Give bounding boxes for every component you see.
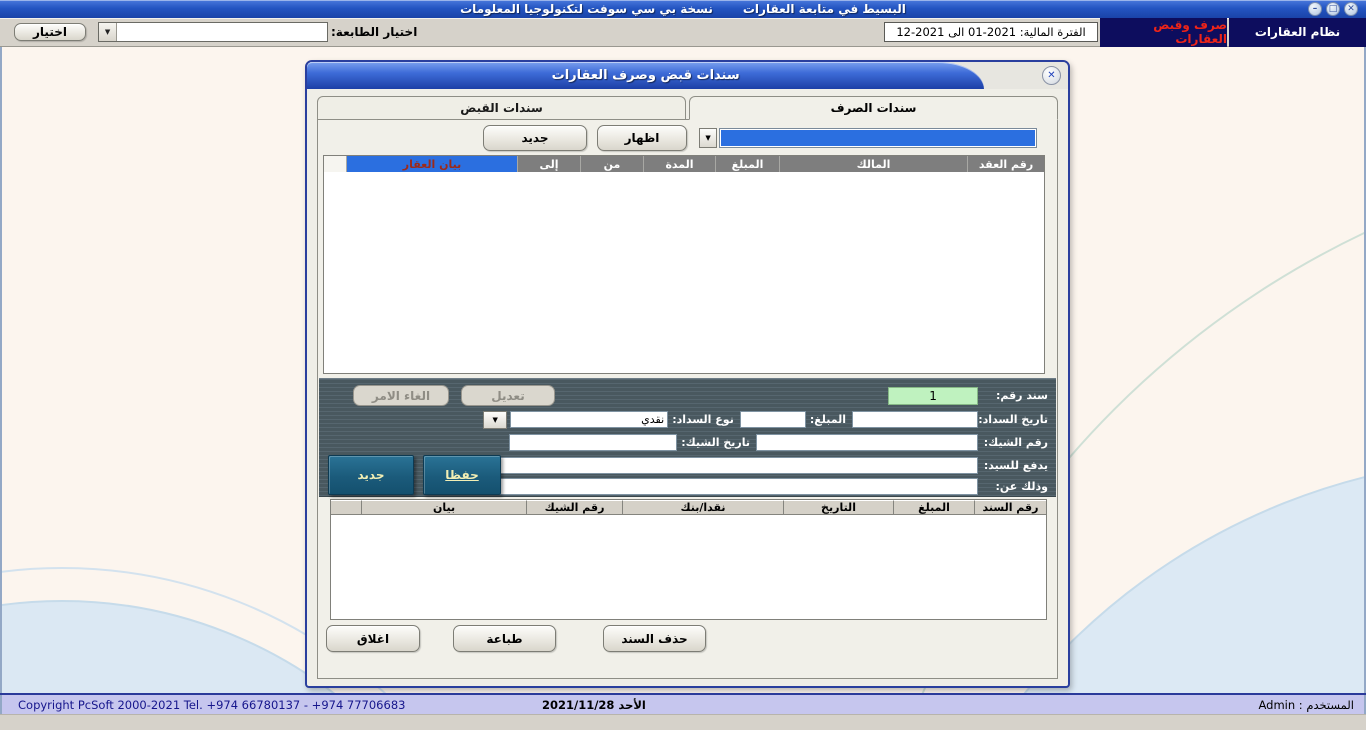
pay-to-input[interactable] bbox=[454, 457, 978, 474]
column-header-property-desc[interactable]: بيان العقار bbox=[346, 156, 517, 172]
column-header-owner[interactable]: المالك bbox=[779, 156, 967, 172]
application-window: البسيط في متابعة العقارات نسخة بي سي سوف… bbox=[0, 0, 1366, 730]
vouchers-table-header: رقم السند المبلغ التاريخ نقدا/بنك رقم ال… bbox=[331, 500, 1046, 515]
cheque-row: رقم الشيك: تاريخ الشيك: bbox=[327, 431, 1048, 454]
app-title: البسيط في متابعة العقارات bbox=[743, 0, 906, 18]
cheque-date-label: تاريخ الشيك: bbox=[681, 436, 750, 449]
payment-row: تاريخ السداد: المبلغ: نوع السداد: نقدي ▼ bbox=[327, 408, 1048, 431]
close-dialog-button[interactable]: اغلاق bbox=[326, 625, 420, 652]
dialog-button-row: اغلاق طباعة حذف السند bbox=[326, 625, 706, 652]
vouchers-table: رقم السند المبلغ التاريخ نقدا/بنك رقم ال… bbox=[330, 499, 1047, 620]
column-header-cash-bank[interactable]: نقدا/بنك bbox=[622, 500, 783, 515]
cheque-no-label: رقم الشيك: bbox=[978, 436, 1048, 449]
vouchers-dialog: سندات قبض وصرف العقارات ✕ سندات الصرف سن… bbox=[305, 60, 1070, 688]
save-button[interactable]: حفظا bbox=[423, 455, 501, 495]
column-header-date[interactable]: التاريخ bbox=[783, 500, 893, 515]
voucher-number-row: سند رقم: 1 تعديل الغاء الامر bbox=[327, 383, 1048, 408]
vouchers-table-body[interactable] bbox=[331, 515, 1046, 619]
dialog-close-icon[interactable]: ✕ bbox=[1042, 66, 1061, 85]
column-header-duration[interactable]: المدة bbox=[643, 156, 715, 172]
column-header-cheque-no[interactable]: رقم الشيك bbox=[526, 500, 622, 515]
status-date: الأحد 2021/11/28 bbox=[542, 698, 646, 712]
main-work-area: سندات قبض وصرف العقارات ✕ سندات الصرف سن… bbox=[0, 47, 1366, 693]
pay-type-combobox[interactable]: نقدي bbox=[510, 411, 668, 428]
column-header-to[interactable]: إلى bbox=[517, 156, 580, 172]
column-header-from[interactable]: من bbox=[580, 156, 643, 172]
minimize-icon[interactable]: – bbox=[1308, 2, 1322, 16]
navigation-bar: نظام العقارات صرف وقبض العقارات الفترة ا… bbox=[0, 18, 1366, 47]
cancel-command-button[interactable]: الغاء الامر bbox=[353, 385, 449, 406]
window-titlebar: البسيط في متابعة العقارات نسخة بي سي سوف… bbox=[0, 0, 1366, 18]
window-controls: – □ ✕ bbox=[1308, 2, 1358, 16]
contracts-table: رقم العقد المالك المبلغ المدة من إلى بيا… bbox=[323, 155, 1045, 374]
chevron-down-icon[interactable]: ▼ bbox=[99, 23, 117, 41]
column-header-amount[interactable]: المبلغ bbox=[715, 156, 779, 172]
voucher-no-label: سند رقم: bbox=[978, 389, 1048, 402]
tab-content-frame: ▼ اظهار جديد رقم العقد المالك المبلغ الم… bbox=[317, 119, 1058, 679]
app-subtitle: نسخة بي سي سوفت لتكنولوجيا المعلومات bbox=[460, 0, 713, 18]
contracts-table-header: رقم العقد المالك المبلغ المدة من إلى بيا… bbox=[324, 156, 1044, 172]
contract-filter-combobox[interactable] bbox=[719, 128, 1037, 148]
tab-disbursement-vouchers[interactable]: سندات الصرف bbox=[689, 96, 1058, 120]
pay-date-label: تاريخ السداد: bbox=[978, 413, 1048, 426]
bottom-strip bbox=[0, 714, 1366, 730]
printer-select-combobox[interactable]: ▼ bbox=[98, 22, 328, 42]
cheque-no-input[interactable] bbox=[756, 434, 978, 451]
voucher-no-field[interactable]: 1 bbox=[888, 387, 978, 405]
dialog-tabs: سندات الصرف سندات القبض bbox=[317, 96, 1058, 120]
voucher-entry-panel: سند رقم: 1 تعديل الغاء الامر تاريخ السدا… bbox=[319, 378, 1056, 497]
pay-to-label: يدفع للسيد: bbox=[978, 459, 1048, 472]
dialog-toolbar: ▼ اظهار جديد bbox=[318, 122, 1057, 154]
delete-voucher-button[interactable]: حذف السند bbox=[603, 625, 706, 652]
dialog-title: سندات قبض وصرف العقارات bbox=[552, 68, 740, 83]
choose-printer-button[interactable]: اختيار bbox=[14, 23, 86, 41]
chevron-down-icon[interactable]: ▼ bbox=[483, 411, 507, 429]
contracts-table-body[interactable] bbox=[324, 172, 1044, 373]
pay-date-input[interactable] bbox=[852, 411, 978, 428]
column-header-selector bbox=[331, 500, 361, 515]
tab-real-estate-system[interactable]: نظام العقارات bbox=[1229, 18, 1366, 47]
column-header-amount[interactable]: المبلغ bbox=[893, 500, 974, 515]
regarding-label: وذلك عن: bbox=[978, 480, 1048, 493]
column-header-description[interactable]: بيان bbox=[361, 500, 526, 515]
status-user: المستخدم : Admin bbox=[1259, 698, 1355, 712]
close-icon[interactable]: ✕ bbox=[1344, 2, 1358, 16]
dialog-title-ribbon: سندات قبض وصرف العقارات bbox=[307, 62, 984, 89]
column-header-voucher-no[interactable]: رقم السند bbox=[974, 500, 1046, 515]
status-bar: Copyright PcSoft 2000-2021 Tel. +974 667… bbox=[0, 695, 1366, 714]
print-button[interactable]: طباعة bbox=[453, 625, 556, 652]
regarding-input[interactable] bbox=[454, 478, 978, 495]
chevron-down-icon[interactable]: ▼ bbox=[699, 128, 717, 148]
cheque-date-input[interactable] bbox=[509, 434, 677, 451]
new-entry-button[interactable]: جديد bbox=[328, 455, 414, 495]
edit-button[interactable]: تعديل bbox=[461, 385, 555, 406]
dialog-titlebar: سندات قبض وصرف العقارات ✕ bbox=[307, 62, 1068, 89]
amount-input[interactable] bbox=[740, 411, 806, 428]
printer-select-value bbox=[117, 23, 327, 41]
pay-type-label: نوع السداد: bbox=[672, 413, 734, 426]
show-button[interactable]: اظهار bbox=[597, 125, 687, 151]
column-header-contract-no[interactable]: رقم العقد bbox=[967, 156, 1044, 172]
copyright-text: Copyright PcSoft 2000-2021 Tel. +974 667… bbox=[18, 698, 405, 712]
tab-pay-receive[interactable]: صرف وقبض العقارات bbox=[1100, 18, 1227, 47]
printer-select-label: اختيار الطابعة: bbox=[331, 25, 417, 39]
column-header-selector bbox=[324, 156, 346, 172]
tab-receipt-vouchers[interactable]: سندات القبض bbox=[317, 96, 686, 120]
amount-label: المبلغ: bbox=[810, 413, 846, 426]
maximize-icon[interactable]: □ bbox=[1326, 2, 1340, 16]
new-voucher-button[interactable]: جديد bbox=[483, 125, 587, 151]
fiscal-period-field: الفترة المالية: 2021-01 الى 2021-12 bbox=[884, 22, 1098, 42]
